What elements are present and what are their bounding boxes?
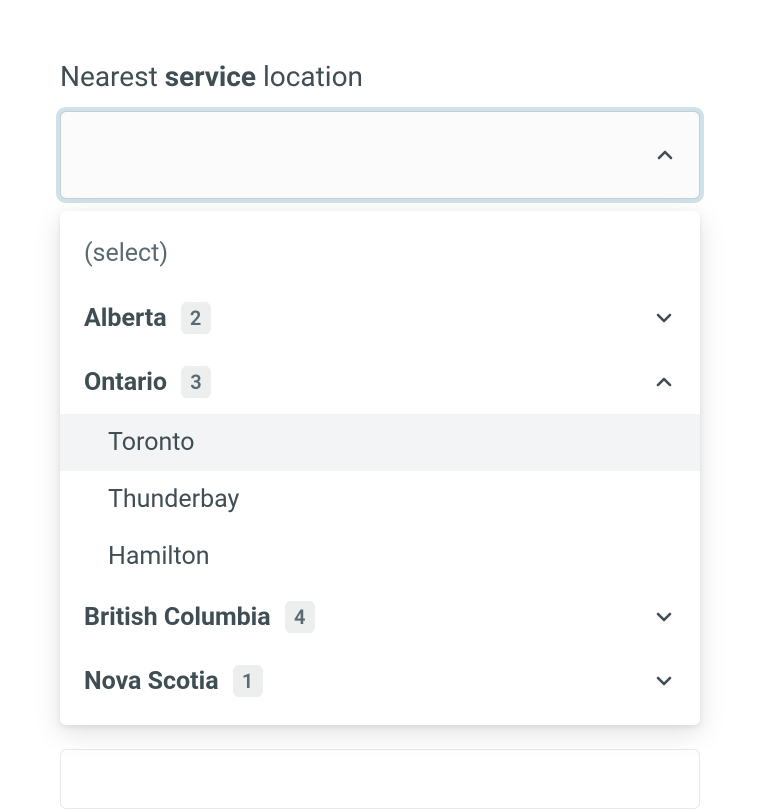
group-header[interactable]: Nova Scotia 1 — [60, 649, 700, 713]
group-name: Ontario — [84, 368, 167, 397]
group-name: British Columbia — [84, 603, 271, 632]
placeholder-option[interactable]: (select) — [60, 221, 700, 286]
list-option[interactable]: Toronto — [60, 414, 700, 471]
chevron-up-icon — [652, 370, 676, 394]
chevron-down-icon — [652, 669, 676, 693]
chevron-down-icon — [652, 605, 676, 629]
count-badge: 2 — [181, 302, 211, 334]
group-header[interactable]: British Columbia 4 — [60, 585, 700, 649]
combobox-control[interactable] — [60, 111, 700, 199]
label-suffix: location — [256, 60, 363, 93]
label-prefix: Nearest — [60, 60, 165, 93]
label-bold: service — [165, 60, 256, 93]
count-badge: 4 — [285, 601, 315, 633]
dropdown-listbox: (select) Alberta 2 Ontario 3 TorontoThunderb… — [60, 211, 700, 725]
count-badge: 1 — [233, 665, 263, 697]
location-combobox: (select) Alberta2Ontario3TorontoThunderb… — [60, 111, 700, 199]
group-name: Alberta — [84, 304, 167, 333]
field-label: Nearest service location — [60, 60, 700, 93]
group-header[interactable]: Alberta 2 — [60, 286, 700, 350]
group-name: Nova Scotia — [84, 667, 219, 696]
location-search-input[interactable] — [83, 134, 653, 176]
chevron-up-icon — [653, 143, 677, 167]
panel-below — [60, 749, 700, 809]
group-header[interactable]: Ontario 3 — [60, 350, 700, 414]
count-badge: 3 — [181, 366, 211, 398]
list-option[interactable]: Thunderbay — [60, 471, 700, 528]
list-option[interactable]: Hamilton — [60, 528, 700, 585]
chevron-down-icon — [652, 306, 676, 330]
